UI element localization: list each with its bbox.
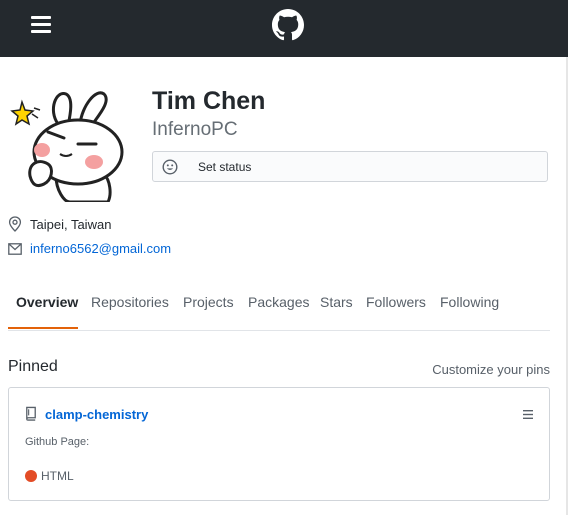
language-color-dot	[25, 470, 37, 482]
tab-followers[interactable]: Followers	[366, 294, 426, 310]
profile-tabs: Overview Repositories Projects Packages …	[8, 280, 550, 331]
repo-description: Github Page:	[25, 436, 90, 448]
repo-name-link[interactable]: clamp-chemistry	[45, 407, 148, 422]
set-status-label: Set status	[198, 160, 252, 174]
github-logo-icon[interactable]	[272, 9, 304, 41]
hamburger-menu-icon[interactable]	[31, 16, 51, 34]
active-tab-underline	[8, 327, 78, 329]
set-status-button[interactable]: Set status	[152, 151, 548, 182]
tab-stars[interactable]: Stars	[320, 294, 353, 310]
pinned-heading: Pinned	[8, 358, 58, 375]
repo-language: HTML	[41, 469, 74, 483]
tab-repositories[interactable]: Repositories	[91, 294, 169, 310]
grabber-icon[interactable]	[523, 410, 533, 419]
customize-pins-link[interactable]: Customize your pins	[432, 362, 550, 377]
profile-username: InfernoPC	[152, 119, 238, 140]
profile-full-name: Tim Chen	[152, 87, 266, 115]
tab-overview[interactable]: Overview	[16, 294, 78, 310]
repo-book-icon	[26, 406, 36, 421]
avatar[interactable]	[8, 80, 130, 202]
tab-following[interactable]: Following	[440, 294, 499, 310]
pinned-repo-card: clamp-chemistry Github Page: HTML	[8, 387, 550, 501]
location-pin-icon	[8, 216, 22, 232]
mail-icon	[8, 243, 22, 255]
tab-projects[interactable]: Projects	[183, 294, 234, 310]
smiley-icon	[162, 159, 178, 175]
profile-email-link[interactable]: inferno6562@gmail.com	[30, 241, 171, 256]
tab-packages[interactable]: Packages	[248, 294, 309, 310]
profile-location: Taipei, Taiwan	[30, 217, 112, 232]
top-header	[0, 0, 568, 57]
